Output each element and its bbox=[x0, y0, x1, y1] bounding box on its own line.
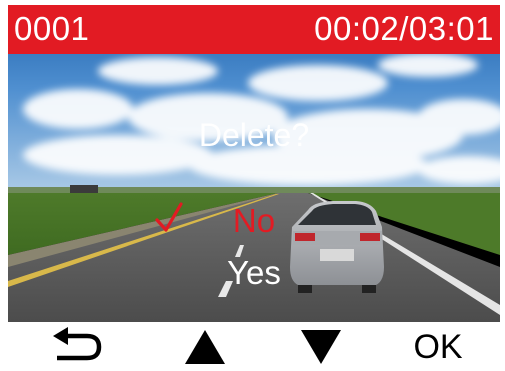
down-triangle-icon bbox=[301, 330, 341, 364]
ok-label: OK bbox=[413, 328, 463, 366]
delete-prompt: Delete? bbox=[198, 117, 310, 153]
back-return-icon bbox=[53, 327, 102, 361]
status-bar: 0001 00:02/03:01 bbox=[8, 5, 500, 54]
button-bar: OK bbox=[0, 322, 505, 371]
option-yes[interactable]: Yes bbox=[8, 255, 500, 291]
up-triangle-icon bbox=[185, 330, 225, 364]
file-number: 0001 bbox=[14, 10, 90, 47]
playback-timecode: 00:02/03:01 bbox=[314, 10, 494, 47]
back-button[interactable] bbox=[50, 326, 106, 368]
ok-button[interactable]: OK bbox=[408, 326, 468, 368]
option-no[interactable]: No bbox=[8, 203, 500, 239]
down-button[interactable] bbox=[298, 326, 344, 368]
video-preview-screen: 0001 00:02/03:01 Delete? No Yes bbox=[8, 5, 500, 322]
up-button[interactable] bbox=[182, 326, 228, 368]
